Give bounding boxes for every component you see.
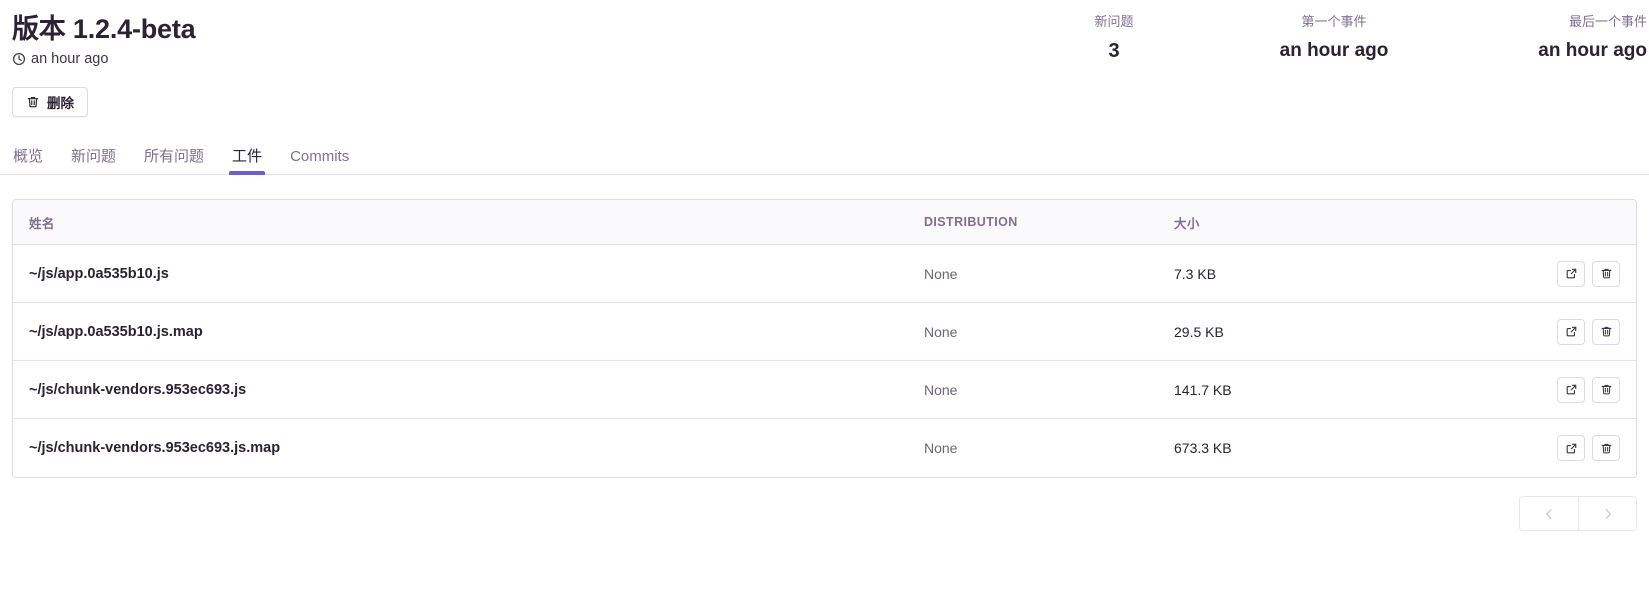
tab-artifacts[interactable]: 工件 xyxy=(229,149,266,176)
action-bar: 删除 xyxy=(0,67,1649,118)
table-row: ~/js/chunk-vendors.953ec693.js None 141.… xyxy=(13,361,1636,420)
row-actions xyxy=(1510,260,1620,287)
artifact-name: ~/js/app.0a535b10.js xyxy=(29,265,169,282)
artifact-distribution: None xyxy=(924,265,958,282)
delete-artifact-button[interactable] xyxy=(1592,318,1620,345)
external-link-icon xyxy=(1565,442,1578,455)
next-page-button[interactable] xyxy=(1578,497,1636,531)
artifacts-table: 姓名 DISTRIBUTION 大小 ~/js/app.0a535b10.js … xyxy=(12,199,1637,479)
table-row: ~/js/app.0a535b10.js None 7.3 KB xyxy=(13,245,1636,304)
artifact-name: ~/js/app.0a535b10.js.map xyxy=(29,323,203,340)
table-row: ~/js/chunk-vendors.953ec693.js.map None … xyxy=(13,419,1636,478)
external-link-icon xyxy=(1565,325,1578,338)
previous-page-button[interactable] xyxy=(1520,497,1578,531)
stat-value: an hour ago xyxy=(1279,39,1389,61)
artifact-distribution: None xyxy=(924,440,958,457)
trash-icon xyxy=(1600,383,1613,396)
release-tabs: 概览 新问题 所有问题 工件 Commits xyxy=(0,139,1649,176)
row-actions xyxy=(1510,376,1620,403)
release-timestamp-text: an hour ago xyxy=(31,51,109,68)
pagination xyxy=(0,478,1649,532)
open-artifact-button[interactable] xyxy=(1557,435,1585,462)
artifact-size: 29.5 KB xyxy=(1174,323,1224,340)
artifact-size: 7.3 KB xyxy=(1174,265,1217,282)
column-header-distribution: DISTRIBUTION xyxy=(924,215,1018,230)
stat-label: 最后一个事件 xyxy=(1568,14,1647,29)
stat-first-event: 第一个事件 an hour ago xyxy=(1224,14,1444,62)
row-actions xyxy=(1510,318,1620,345)
open-artifact-button[interactable] xyxy=(1557,376,1585,403)
stat-last-event: 最后一个事件 an hour ago xyxy=(1444,14,1649,62)
release-stats: 新问题 3 第一个事件 an hour ago 最后一个事件 an hour a… xyxy=(1004,14,1649,63)
external-link-icon xyxy=(1565,383,1578,396)
stat-label: 第一个事件 xyxy=(1301,14,1367,29)
trash-icon xyxy=(1600,442,1613,455)
tab-all-issues[interactable]: 所有问题 xyxy=(143,149,205,174)
page-header: 版本 1.2.4-beta an hour ago 新问题 3 第一个事件 an… xyxy=(0,0,1649,67)
header-left: 版本 1.2.4-beta an hour ago xyxy=(0,14,196,67)
artifact-distribution: None xyxy=(924,381,958,398)
trash-icon xyxy=(1600,325,1613,338)
tab-new-issues[interactable]: 新问题 xyxy=(70,149,117,174)
table-header-row: 姓名 DISTRIBUTION 大小 xyxy=(13,200,1636,246)
tab-overview[interactable]: 概览 xyxy=(12,149,44,174)
artifact-name: ~/js/chunk-vendors.953ec693.js.map xyxy=(29,440,281,457)
table-row: ~/js/app.0a535b10.js.map None 29.5 KB xyxy=(13,303,1636,362)
open-artifact-button[interactable] xyxy=(1557,318,1585,345)
chevron-left-icon xyxy=(1542,507,1556,521)
delete-artifact-button[interactable] xyxy=(1592,260,1620,287)
release-timestamp: an hour ago xyxy=(12,51,195,67)
artifact-name: ~/js/chunk-vendors.953ec693.js xyxy=(29,381,247,398)
chevron-right-icon xyxy=(1601,507,1615,521)
delete-artifact-button[interactable] xyxy=(1592,435,1620,462)
delete-artifact-button[interactable] xyxy=(1592,376,1620,403)
artifact-size: 141.7 KB xyxy=(1174,381,1232,398)
clock-icon xyxy=(12,52,26,66)
tab-commits[interactable]: Commits xyxy=(289,149,350,174)
stat-label: 新问题 xyxy=(1094,14,1134,29)
artifact-size: 673.3 KB xyxy=(1174,440,1232,457)
open-artifact-button[interactable] xyxy=(1557,260,1585,287)
trash-icon xyxy=(1600,267,1613,280)
column-header-name: 姓名 xyxy=(29,216,55,231)
artifact-distribution: None xyxy=(924,323,958,340)
stat-value: an hour ago xyxy=(1538,39,1647,61)
stat-value: 3 xyxy=(1108,39,1120,62)
column-header-size: 大小 xyxy=(1174,216,1200,231)
pager-group xyxy=(1519,496,1637,532)
delete-release-button[interactable]: 删除 xyxy=(12,87,88,118)
release-detail-page: 版本 1.2.4-beta an hour ago 新问题 3 第一个事件 an… xyxy=(0,0,1649,596)
delete-release-label: 删除 xyxy=(47,96,74,112)
stat-new-issues: 新问题 3 xyxy=(1004,14,1224,63)
row-actions xyxy=(1510,435,1620,462)
page-title: 版本 1.2.4-beta xyxy=(12,14,196,44)
external-link-icon xyxy=(1565,267,1578,280)
trash-icon xyxy=(26,95,40,109)
